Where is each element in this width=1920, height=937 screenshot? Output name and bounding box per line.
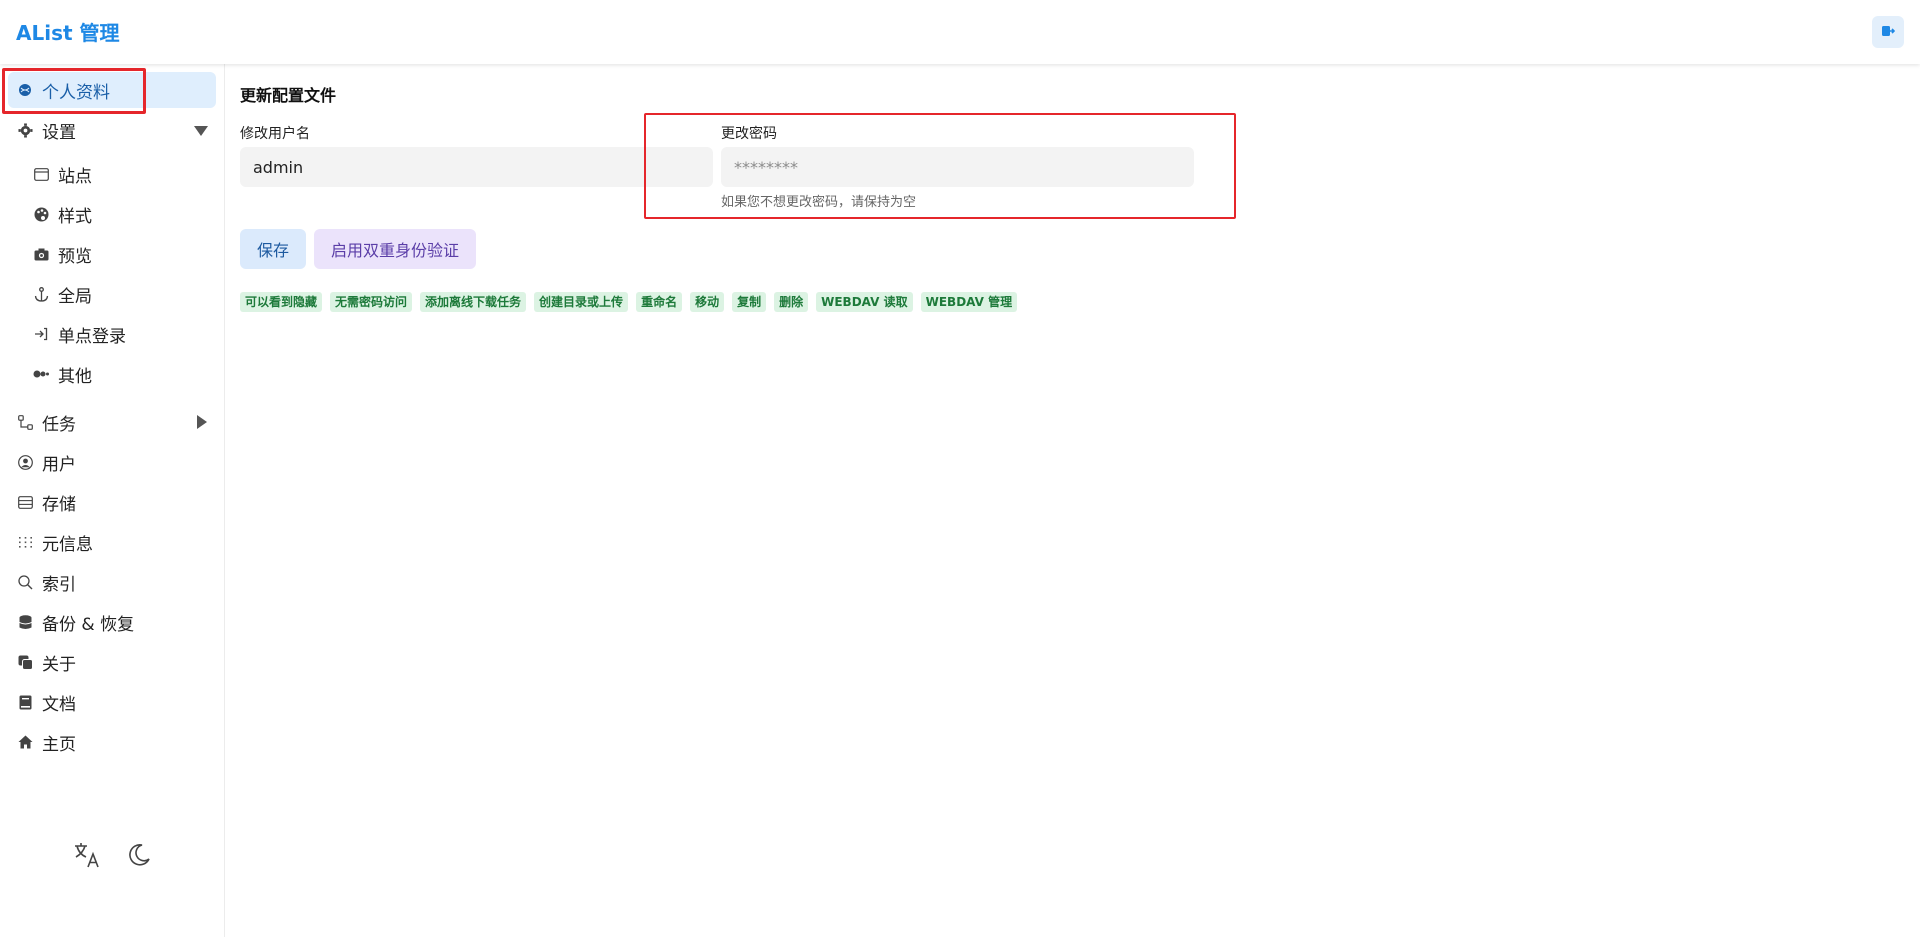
sidebar-item-home[interactable]: 主页 <box>8 724 216 760</box>
sidebar-item-settings[interactable]: 设置 <box>8 112 216 148</box>
profile-icon <box>16 81 34 99</box>
password-help-text: 如果您不想更改密码，请保持为空 <box>721 195 917 210</box>
sidebar-item-tasks[interactable]: 任务 <box>8 404 216 440</box>
app-title[interactable]: AList 管理 <box>16 20 120 46</box>
sidebar-item-label: 文档 <box>42 694 76 715</box>
database-icon <box>16 613 34 631</box>
sidebar-item-label: 存储 <box>42 494 76 515</box>
sidebar-item-label: 备份 & 恢复 <box>42 614 135 635</box>
sidebar-item-other[interactable]: 其他 <box>8 356 216 392</box>
storage-icon <box>16 493 34 511</box>
sidebar: 个人资料 设置 站点 样式 预览 全局 单点登录 其他 任务 用户 存储 元信息… <box>0 64 225 937</box>
window-icon <box>32 165 50 183</box>
book-icon <box>16 693 34 711</box>
gear-icon <box>16 121 34 139</box>
about-icon <box>16 653 34 671</box>
sidebar-item-storage[interactable]: 存储 <box>8 484 216 520</box>
home-icon <box>16 733 34 751</box>
sidebar-item-global[interactable]: 全局 <box>8 276 216 312</box>
permission-badge: WEBDAV 管理 <box>920 292 1018 312</box>
sidebar-item-about[interactable]: 关于 <box>8 644 216 680</box>
sidebar-item-label: 主页 <box>42 734 76 755</box>
sidebar-item-label: 单点登录 <box>58 326 126 347</box>
sidebar-item-sso[interactable]: 单点登录 <box>8 316 216 352</box>
chevron-down-icon[interactable] <box>194 122 208 142</box>
sidebar-item-profile[interactable]: 个人资料 <box>8 72 216 108</box>
top-header: AList 管理 <box>0 0 1920 64</box>
sidebar-item-label: 样式 <box>58 206 92 227</box>
permission-badge: 删除 <box>774 292 809 312</box>
sidebar-item-preview[interactable]: 预览 <box>8 236 216 272</box>
permissions-list: 可以看到隐藏 无需密码访问 添加离线下载任务 创建目录或上传 重命名 移动 复制… <box>240 292 1018 312</box>
palette-icon <box>32 205 50 223</box>
password-label: 更改密码 <box>721 126 777 142</box>
password-field[interactable] <box>721 147 1194 187</box>
sidebar-item-docs[interactable]: 文档 <box>8 684 216 720</box>
permission-badge: 复制 <box>732 292 767 312</box>
username-label: 修改用户名 <box>240 126 310 142</box>
anchor-icon <box>32 285 50 303</box>
sidebar-item-label: 元信息 <box>42 534 93 555</box>
sidebar-item-label: 站点 <box>58 166 92 187</box>
save-button[interactable]: 保存 <box>240 229 306 269</box>
permission-badge: 重命名 <box>636 292 683 312</box>
search-icon <box>16 573 34 591</box>
sidebar-bottom-tools <box>72 840 154 870</box>
sidebar-item-backup[interactable]: 备份 & 恢复 <box>8 604 216 640</box>
permission-badge: 创建目录或上传 <box>534 292 629 312</box>
main-content: 更新配置文件 修改用户名 更改密码 如果您不想更改密码，请保持为空 保存 启用双… <box>240 64 1900 924</box>
user-circle-icon <box>16 453 34 471</box>
logout-icon <box>1881 23 1896 42</box>
translate-icon[interactable] <box>72 840 102 870</box>
permission-badge: 移动 <box>690 292 725 312</box>
sidebar-item-label: 关于 <box>42 654 76 675</box>
sidebar-item-label: 设置 <box>42 122 76 143</box>
moon-icon[interactable] <box>124 840 154 870</box>
camera-icon <box>32 245 50 263</box>
sidebar-item-site[interactable]: 站点 <box>8 156 216 192</box>
sidebar-item-label: 其他 <box>58 366 92 387</box>
permission-badge: 无需密码访问 <box>330 292 413 312</box>
username-field[interactable] <box>240 147 713 187</box>
logout-button[interactable] <box>1872 16 1904 48</box>
permission-badge: WEBDAV 读取 <box>816 292 913 312</box>
permission-badge: 可以看到隐藏 <box>240 292 323 312</box>
sidebar-item-label: 预览 <box>58 246 92 267</box>
sidebar-item-label: 全局 <box>58 286 92 307</box>
sidebar-item-users[interactable]: 用户 <box>8 444 216 480</box>
page-title: 更新配置文件 <box>240 86 337 105</box>
permission-badge: 添加离线下载任务 <box>420 292 527 312</box>
sidebar-item-label: 用户 <box>42 454 76 475</box>
login-icon <box>32 325 50 343</box>
sidebar-item-label: 任务 <box>42 414 76 435</box>
dots-icon <box>32 365 50 383</box>
sidebar-item-style[interactable]: 样式 <box>8 196 216 232</box>
sidebar-item-label: 个人资料 <box>42 82 110 103</box>
sidebar-item-meta[interactable]: 元信息 <box>8 524 216 560</box>
enable-2fa-button[interactable]: 启用双重身份验证 <box>314 229 476 269</box>
sidebar-item-label: 索引 <box>42 574 76 595</box>
sidebar-item-index[interactable]: 索引 <box>8 564 216 600</box>
chevron-right-icon[interactable] <box>196 414 208 434</box>
meta-icon <box>16 533 34 551</box>
tasks-icon <box>16 413 34 431</box>
